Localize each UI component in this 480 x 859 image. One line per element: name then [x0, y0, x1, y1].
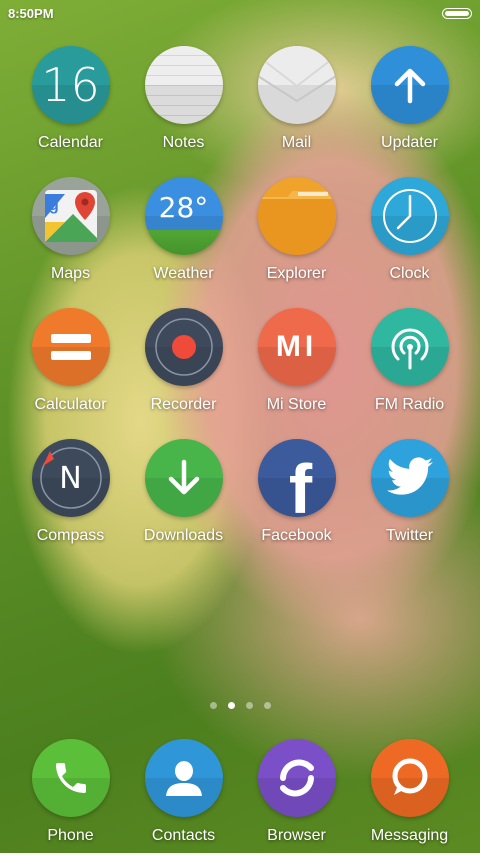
weather-icon: 28° — [144, 177, 223, 255]
battery-icon — [442, 8, 472, 19]
status-bar: 8:50PM — [0, 0, 480, 28]
mail-icon — [257, 46, 336, 124]
app-label: Updater — [381, 134, 438, 151]
dock-phone[interactable]: Phone — [14, 739, 127, 859]
explorer-icon — [257, 177, 336, 255]
facebook-logo: f — [288, 450, 313, 517]
calendar-date: 16 — [41, 58, 100, 112]
app-label: Weather — [153, 265, 214, 282]
app-label: Calculator — [34, 396, 107, 413]
notes-icon — [144, 46, 223, 124]
compass-icon: N — [31, 439, 110, 517]
status-time: 8:50PM — [8, 6, 54, 21]
app-label: Recorder — [150, 396, 217, 413]
app-downloads[interactable]: Downloads — [127, 439, 240, 559]
app-label: Contacts — [151, 827, 216, 844]
app-label: Downloads — [143, 527, 224, 544]
recorder-icon — [144, 308, 223, 386]
updater-icon — [370, 46, 449, 124]
app-calendar[interactable]: 16 Calendar — [14, 46, 127, 166]
app-mi-store[interactable]: MI Mi Store — [240, 308, 353, 428]
app-calculator[interactable]: Calculator — [14, 308, 127, 428]
page-dot[interactable] — [245, 702, 253, 709]
calculator-icon — [31, 308, 110, 386]
dock-browser[interactable]: Browser — [240, 739, 353, 859]
messaging-icon — [370, 739, 449, 817]
app-label: Explorer — [266, 265, 327, 282]
page-dot-active[interactable] — [227, 702, 235, 709]
svg-text:g: g — [49, 197, 59, 214]
page-indicator — [0, 702, 480, 709]
downloads-icon — [144, 439, 223, 517]
page-dot[interactable] — [209, 702, 217, 709]
dock-messaging[interactable]: Messaging — [353, 739, 466, 859]
app-maps[interactable]: g Maps — [14, 177, 127, 297]
weather-temperature: 28° — [158, 190, 209, 224]
app-label: Mail — [281, 134, 312, 151]
app-explorer[interactable]: Explorer — [240, 177, 353, 297]
clock-icon — [370, 177, 449, 255]
app-clock[interactable]: Clock — [353, 177, 466, 297]
app-label: Mi Store — [266, 396, 327, 413]
app-label: Compass — [36, 527, 105, 544]
app-label: Messaging — [370, 827, 449, 844]
app-label: Clock — [389, 265, 430, 282]
page-dot[interactable] — [263, 702, 271, 709]
app-recorder[interactable]: Recorder — [127, 308, 240, 428]
app-fm-radio[interactable]: FM Radio — [353, 308, 466, 428]
app-mail[interactable]: Mail — [240, 46, 353, 166]
mi-logo: MI — [275, 330, 318, 363]
app-label: Facebook — [261, 527, 332, 544]
app-label: Twitter — [385, 527, 434, 544]
calendar-icon: 16 — [31, 46, 110, 124]
app-label: Calendar — [38, 134, 103, 151]
contacts-icon — [144, 739, 223, 817]
app-compass[interactable]: N Compass — [14, 439, 127, 559]
app-facebook[interactable]: f Facebook — [240, 439, 353, 559]
app-label: FM Radio — [374, 396, 445, 413]
mi-store-icon: MI — [257, 308, 336, 386]
app-label: Maps — [50, 265, 91, 282]
dock-contacts[interactable]: Contacts — [127, 739, 240, 859]
app-label: Notes — [162, 134, 205, 151]
app-label: Phone — [47, 827, 94, 844]
app-notes[interactable]: Notes — [127, 46, 240, 166]
browser-icon — [257, 739, 336, 817]
facebook-icon: f — [257, 439, 336, 517]
phone-icon — [31, 739, 110, 817]
app-weather[interactable]: 28° Weather — [127, 177, 240, 297]
twitter-icon — [370, 439, 449, 517]
app-twitter[interactable]: Twitter — [353, 439, 466, 559]
maps-icon: g — [31, 177, 110, 255]
compass-north: N — [59, 460, 82, 496]
app-label: Browser — [267, 827, 326, 844]
fm-radio-icon — [370, 308, 449, 386]
app-updater[interactable]: Updater — [353, 46, 466, 166]
